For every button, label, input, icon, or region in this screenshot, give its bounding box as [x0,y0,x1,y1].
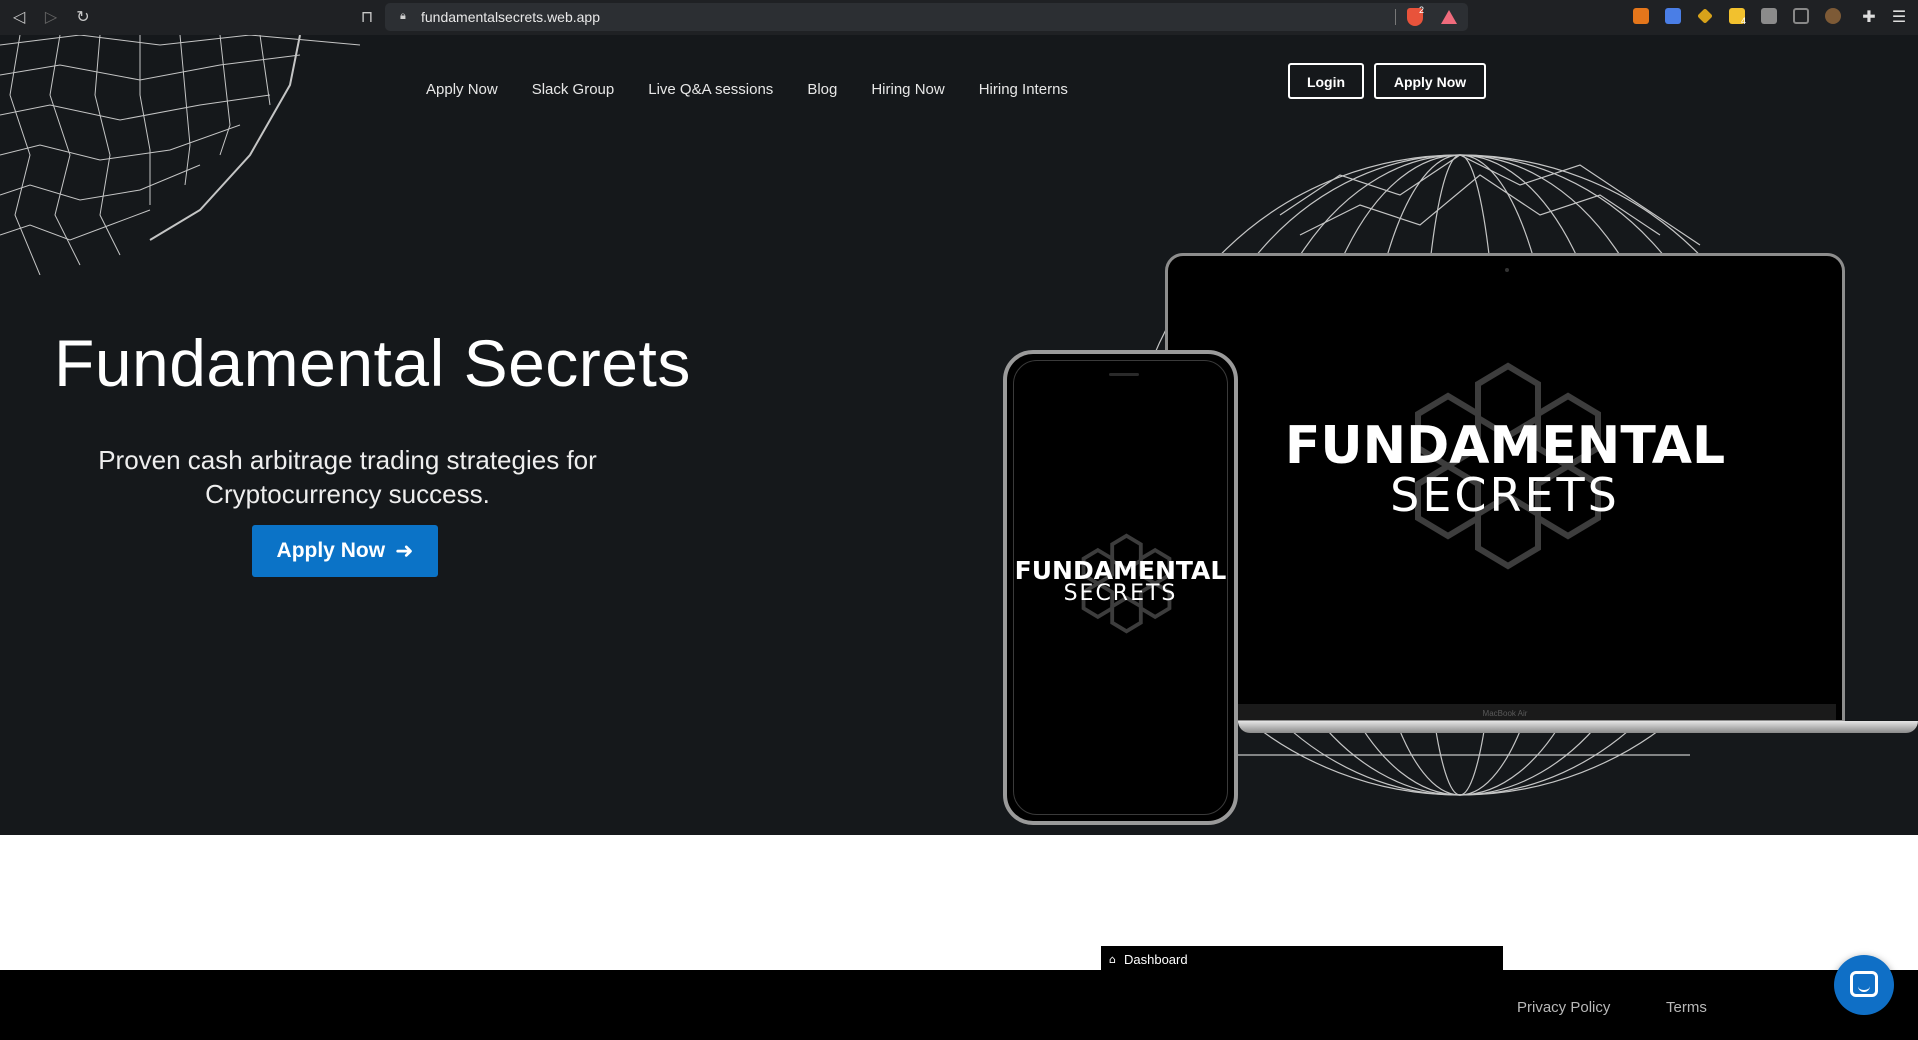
arrow-right-icon: ➜ [395,538,414,564]
login-button[interactable]: Login [1288,63,1364,99]
chat-smile [1858,985,1870,992]
bookmark-icon[interactable]: ⊓ [356,6,378,28]
wireframe-sphere-decoration [0,35,361,275]
laptop-model-label: MacBook Air [1482,709,1528,718]
puzzle-icon[interactable]: ✚ [1858,6,1880,28]
hero-section: Apply Now Slack Group Live Q&A sessions … [0,35,1918,835]
forward-icon[interactable]: ▷ [40,6,62,28]
nav-live-qa[interactable]: Live Q&A sessions [648,81,773,98]
url-text[interactable]: fundamentalsecrets.web.app [421,9,600,25]
binance-icon[interactable] [1697,8,1713,24]
globe-icon[interactable] [1825,8,1841,24]
dashboard-bar[interactable]: ⌂ Dashboard [1101,946,1503,972]
chat-icon [1850,971,1878,997]
laptop-base [1238,721,1918,733]
laptop-brand-line1: FUNDAMENTAL [1284,416,1726,476]
metamask-icon[interactable] [1633,8,1649,24]
menu-icon[interactable]: ☰ [1888,6,1910,28]
reload-icon[interactable]: ↻ [72,6,94,28]
page-title: Fundamental Secrets [54,326,691,400]
chat-launcher-button[interactable] [1834,955,1894,1015]
main-nav: Apply Now Slack Group Live Q&A sessions … [426,81,1068,98]
extension-badge: 4 [1741,16,1747,26]
divider [1395,9,1396,25]
shield-count-badge: 2 [1419,5,1425,15]
hero-cta-label: Apply Now [276,539,386,562]
laptop-bezel: MacBook Air [1174,704,1836,720]
content-section [0,835,1918,965]
nav-hiring-now[interactable]: Hiring Now [871,81,944,98]
laptop-mockup: FUNDAMENTAL SECRETS MacBook Air [1165,253,1845,723]
phone-mockup: FUNDAMENTAL SECRETS [1003,350,1238,825]
phone-brand-line2: SECRETS [1063,581,1178,606]
header-apply-now-button[interactable]: Apply Now [1374,63,1486,99]
nav-blog[interactable]: Blog [807,81,837,98]
translate-icon[interactable] [1665,8,1681,24]
terms-link[interactable]: Terms [1666,999,1707,1016]
k-icon[interactable] [1761,8,1777,24]
dashboard-label: Dashboard [1123,951,1188,967]
nav-hiring-interns[interactable]: Hiring Interns [979,81,1068,98]
page: Apply Now Slack Group Live Q&A sessions … [0,35,1918,1040]
home-icon: ⌂ [1109,952,1116,966]
laptop-brand-line2: SECRETS [1390,468,1620,522]
phone-speaker [1109,373,1139,376]
lock-icon: 🔒︎ [400,9,406,22]
hero-subtitle: Proven cash arbitrage trading strategies… [98,445,597,509]
browser-toolbar: ◁ ▷ ↻ ⊓ 🔒︎ fundamentalsecrets.web.app 2 … [0,0,1918,35]
brave-rewards-icon[interactable] [1441,10,1457,24]
address-bar[interactable]: 🔒︎ fundamentalsecrets.web.app 2 [385,3,1468,31]
phone-screen: FUNDAMENTAL SECRETS [1013,360,1228,815]
footer: Privacy Policy Terms [0,970,1918,1040]
back-icon[interactable]: ◁ [8,6,30,28]
hero-apply-now-button[interactable]: Apply Now ➜ [252,525,438,577]
nav-slack-group[interactable]: Slack Group [532,81,615,98]
c-icon[interactable] [1793,8,1809,24]
nav-apply-now[interactable]: Apply Now [426,81,498,98]
laptop-camera [1505,268,1509,272]
privacy-policy-link[interactable]: Privacy Policy [1517,999,1610,1016]
